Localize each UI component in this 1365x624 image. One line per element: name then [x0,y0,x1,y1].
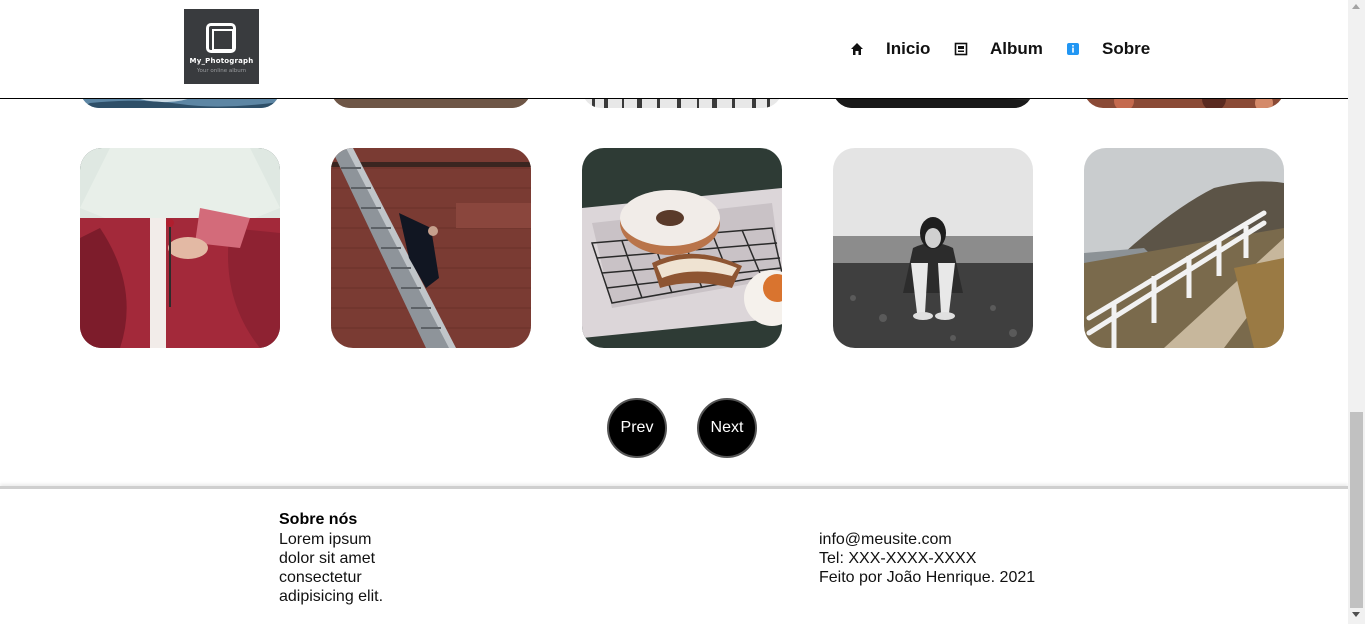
photo-coast [1084,148,1284,348]
scroll-down-arrow-icon[interactable] [1352,612,1360,617]
footer-phone: Tel: XXX-XXXX-XXXX [819,550,977,567]
nav-label-sobre: Sobre [1102,39,1151,58]
nav-label-inicio: Inicio [886,39,931,58]
nav-item-inicio[interactable]: Inicio [850,38,930,60]
site-footer: Sobre nós Lorem ipsum dolor sit amet con… [0,486,1348,624]
album-icon [954,42,968,56]
photo-cake [582,148,782,348]
nav-label-album: Album [990,39,1043,58]
gallery-photo[interactable] [833,148,1033,348]
photo-hanbok [80,148,280,348]
nav-item-album[interactable]: Album [954,38,1043,60]
footer-about-title: Sobre nós [279,511,358,528]
gallery-photo[interactable] [331,148,531,348]
page: My_Photograph Your online album Inicio A… [0,0,1365,624]
photo-beach [833,148,1033,348]
prev-button[interactable]: Prev [607,398,667,458]
gallery-photo[interactable] [1084,148,1284,348]
nav-item-sobre[interactable]: Sobre [1066,38,1150,60]
site-header: My_Photograph Your online album Inicio A… [0,0,1348,99]
logo-subtitle: Your online album [196,68,247,74]
scrollbar-thumb[interactable] [1350,412,1363,608]
logo-frame-icon [206,23,236,53]
footer-credit: Feito por João Henrique. 2021 [819,569,1036,586]
gallery-photo[interactable] [80,148,280,348]
logo-title: My_Photograph [189,57,254,65]
scrollbar[interactable] [1348,0,1365,624]
scroll-up-arrow-icon[interactable] [1352,4,1360,9]
gallery-photo[interactable] [582,148,782,348]
info-icon [1066,42,1080,56]
next-button[interactable]: Next [697,398,757,458]
footer-about-text: Lorem ipsum dolor sit amet consectetur a… [279,531,384,605]
home-icon [850,42,864,56]
footer-contact: info@meusite.com Tel: XXX-XXXX-XXXX Feit… [819,530,1035,587]
photo-stairs [331,148,531,348]
footer-email[interactable]: info@meusite.com [819,530,1035,549]
logo[interactable]: My_Photograph Your online album [184,9,259,84]
